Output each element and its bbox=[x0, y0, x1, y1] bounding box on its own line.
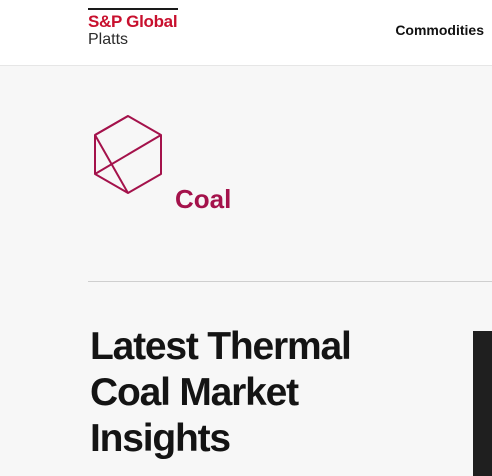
logo-brand-text: S&P Global bbox=[88, 12, 178, 31]
main-content: Coal Latest Thermal Coal Market Insights bbox=[0, 66, 492, 476]
coal-hexagon-icon bbox=[94, 115, 162, 194]
coal-category-label: Coal bbox=[175, 184, 232, 214]
page-headline: Latest Thermal Coal Market Insights bbox=[90, 325, 352, 460]
logo-sub-text: Platts bbox=[88, 31, 129, 48]
coal-category-block: Coal bbox=[92, 114, 292, 214]
nav-commodities-link[interactable]: Commodities bbox=[395, 22, 484, 38]
site-header: S&P Global Platts Commodities bbox=[0, 0, 492, 66]
sp-global-platts-logo[interactable]: S&P Global Platts bbox=[88, 8, 188, 50]
side-dark-panel bbox=[473, 331, 492, 476]
logo-rule bbox=[88, 8, 178, 10]
section-divider bbox=[88, 281, 492, 282]
